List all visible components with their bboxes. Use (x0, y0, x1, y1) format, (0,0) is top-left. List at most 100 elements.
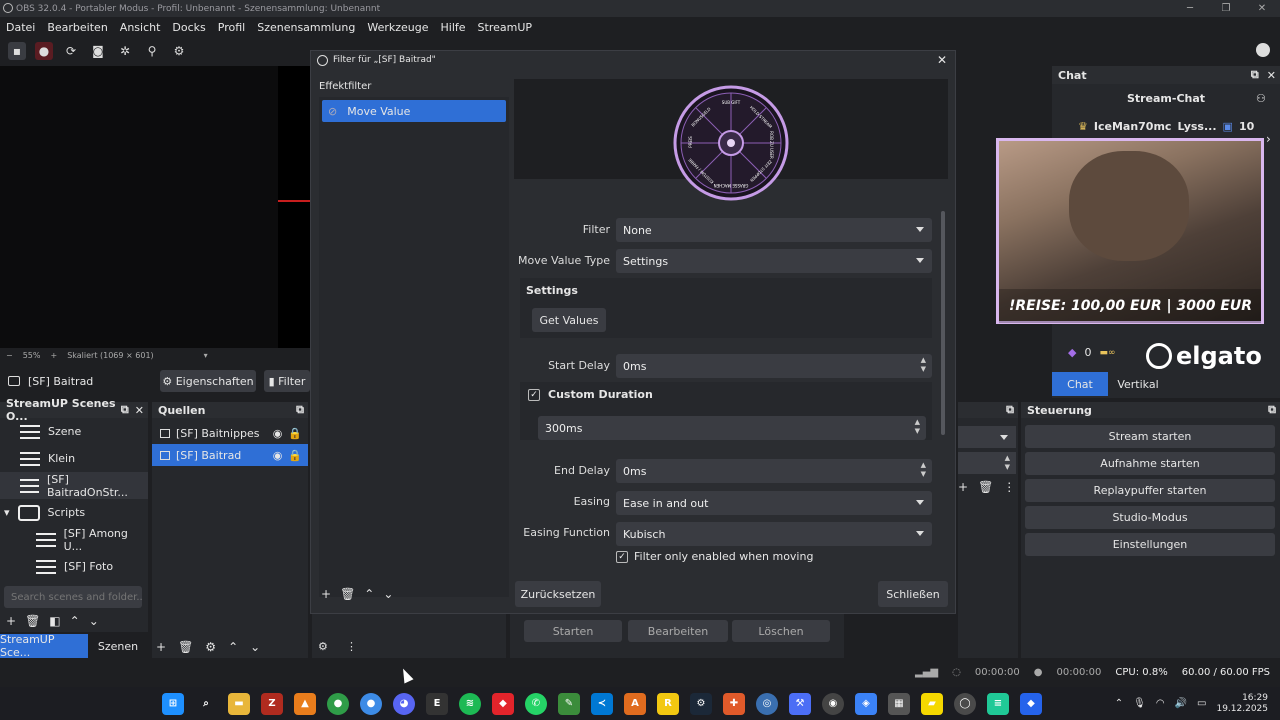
menu-docks[interactable]: Docks (166, 21, 211, 34)
maximize-icon[interactable]: ❐ (1208, 0, 1244, 17)
chat-user[interactable]: IceMan70mc (1094, 120, 1172, 133)
only-moving-row[interactable]: ✓ Filter only enabled when moving (616, 550, 813, 563)
menu-datei[interactable]: Datei (0, 21, 41, 34)
scene-item[interactable]: [SF] BaitradOnStr... (0, 472, 148, 499)
app-diamond-blue-icon[interactable]: ◈ (855, 692, 877, 715)
audio-app-icon[interactable]: ≡ (987, 692, 1009, 715)
chat-user[interactable]: Lyss... (1177, 120, 1216, 133)
stepper-icon[interactable]: ▲ ▼ (921, 461, 926, 479)
obs-task-icon[interactable]: ◉ (822, 692, 844, 715)
windows-start-icon[interactable]: ⊞ (162, 692, 184, 715)
chrome-icon[interactable]: ● (327, 692, 349, 715)
close-icon[interactable]: ✕ (135, 404, 144, 417)
trash-icon[interactable]: 🗑 (340, 587, 355, 601)
studio-mode-button[interactable]: Studio-Modus (1025, 506, 1275, 529)
epic-games-icon[interactable]: E (426, 692, 448, 715)
chevron-up-icon[interactable]: ⌃ (1115, 698, 1123, 709)
custom-duration-checkbox-row[interactable]: ✓ Custom Duration (528, 388, 653, 401)
scene-search-input[interactable] (4, 586, 142, 608)
file-explorer-icon[interactable]: ▬ (228, 692, 250, 715)
trash-icon[interactable]: 🗑 (978, 480, 993, 494)
move-value-type-select[interactable]: Settings (616, 249, 932, 273)
start-replay-buffer-button[interactable]: Replaypuffer starten (1025, 479, 1275, 502)
menu-profil[interactable]: Profil (212, 21, 251, 34)
clock[interactable]: 16:29 19.12.2025 (1216, 693, 1268, 715)
get-values-button[interactable]: Get Values (532, 308, 606, 332)
app-globe-icon[interactable]: ◎ (756, 692, 778, 715)
filezilla-icon[interactable]: Z (261, 692, 283, 715)
app-r-icon[interactable]: R (657, 692, 679, 715)
streamup-logo-icon[interactable] (1256, 43, 1270, 57)
zoom-in-button[interactable]: + (50, 351, 57, 360)
filters-button[interactable]: ▮ Filter (264, 370, 310, 392)
chevron-down-icon[interactable]: ▾ (4, 506, 10, 519)
record-icon[interactable]: ● (35, 42, 53, 60)
discord-icon[interactable]: ◕ (393, 692, 415, 715)
camera-icon[interactable]: ◙ (89, 42, 107, 60)
plugin-icon[interactable]: ✲ (116, 42, 134, 60)
menu-szenensammlung[interactable]: Szenensammlung (251, 21, 361, 34)
end-delay-input[interactable]: 0ms ▲ ▼ (616, 459, 932, 483)
user-settings-icon[interactable]: ⚇ (1256, 92, 1266, 105)
chevron-down-icon[interactable]: ⌄ (383, 587, 393, 601)
volume-icon[interactable]: 🔊 (1175, 698, 1187, 709)
lock-icon[interactable]: 🔒 (288, 427, 302, 440)
edit-button[interactable]: Bearbeiten (628, 620, 728, 642)
easing-function-select[interactable]: Kubisch (616, 522, 932, 546)
start-recording-button[interactable]: Aufnahme starten (1025, 452, 1275, 475)
close-icon[interactable]: ✕ (1267, 69, 1276, 82)
chevron-up-icon[interactable]: ⌃ (364, 587, 374, 601)
only-moving-checkbox[interactable]: ✓ (616, 550, 628, 563)
tab-streamup-scenes[interactable]: StreamUP Sce... (0, 633, 88, 659)
chevron-down-icon[interactable]: ⌄ (250, 640, 260, 654)
sticky-notes-icon[interactable]: ▰ (921, 692, 943, 715)
more-icon[interactable]: ⋮ (1003, 480, 1015, 494)
custom-duration-checkbox[interactable]: ✓ (528, 388, 540, 401)
undock-icon[interactable]: ⧉ (1268, 403, 1276, 417)
audio-select[interactable] (958, 426, 1016, 448)
trash-icon[interactable]: 🗑 (25, 614, 40, 628)
chevron-up-icon[interactable]: ⌃ (228, 640, 238, 654)
gear-icon[interactable]: ⚙ (318, 640, 328, 653)
add-icon[interactable]: + (6, 614, 16, 628)
menu-bearbeiten[interactable]: Bearbeiten (41, 21, 113, 34)
eye-icon[interactable]: ◉ (273, 449, 283, 462)
app-a-icon[interactable]: A (624, 692, 646, 715)
source-item[interactable]: [SF] Baitnippes ◉ 🔒 (152, 422, 308, 444)
chevron-up-icon[interactable]: ⌃ (70, 614, 80, 628)
effect-item-move-value[interactable]: ⊘ Move Value (322, 100, 506, 122)
source-item[interactable]: [SF] Baitrad ◉ 🔒 (152, 444, 308, 466)
eye-icon[interactable]: ◉ (273, 427, 283, 440)
audio-stepper[interactable]: ▲ ▼ (958, 452, 1016, 474)
minimize-icon[interactable]: ─ (1172, 0, 1208, 17)
more-icon[interactable]: ⋮ (346, 640, 357, 653)
microphone-icon[interactable]: 🎙 (1133, 698, 1146, 709)
filter-icon[interactable]: ◧ (49, 614, 60, 628)
visibility-off-icon[interactable]: ⊘ (328, 105, 337, 118)
tab-chat[interactable]: Chat (1052, 372, 1108, 396)
studio-icon[interactable]: ▪ (8, 42, 26, 60)
steam-icon[interactable]: ⚙ (690, 692, 712, 715)
filter-select[interactable]: None (616, 218, 932, 242)
undock-icon[interactable]: ⧉ (296, 403, 304, 417)
properties-scrollbar[interactable] (941, 211, 945, 435)
scene-item[interactable]: [SF] Among U... (0, 526, 148, 553)
close-icon[interactable]: ✕ (937, 53, 947, 67)
gear-icon[interactable]: ⚙ (205, 640, 216, 654)
close-window-icon[interactable]: ✕ (1244, 0, 1280, 17)
reset-button[interactable]: Zurücksetzen (515, 581, 601, 607)
scene-item[interactable]: [SF] Foto (0, 553, 148, 580)
app-puzzle-icon[interactable]: ✚ (723, 692, 745, 715)
vlc-icon[interactable]: ▲ (294, 692, 316, 715)
app-diamond-icon[interactable]: ◆ (492, 692, 514, 715)
chevron-down-icon[interactable]: ▾ (204, 351, 208, 360)
spotify-icon[interactable]: ≋ (459, 692, 481, 715)
tab-vertikal[interactable]: Vertikal (1108, 372, 1168, 396)
stepper-icon[interactable]: ▲ ▼ (921, 356, 926, 374)
zoom-out-button[interactable]: − (6, 351, 13, 360)
easing-select[interactable]: Ease in and out (616, 491, 932, 515)
lock-icon[interactable]: 🔒 (288, 449, 302, 462)
chrome-alt-icon[interactable]: ● (360, 692, 382, 715)
scene-folder[interactable]: ▾ Scripts (0, 499, 148, 526)
refresh-icon[interactable]: ⟳ (62, 42, 80, 60)
